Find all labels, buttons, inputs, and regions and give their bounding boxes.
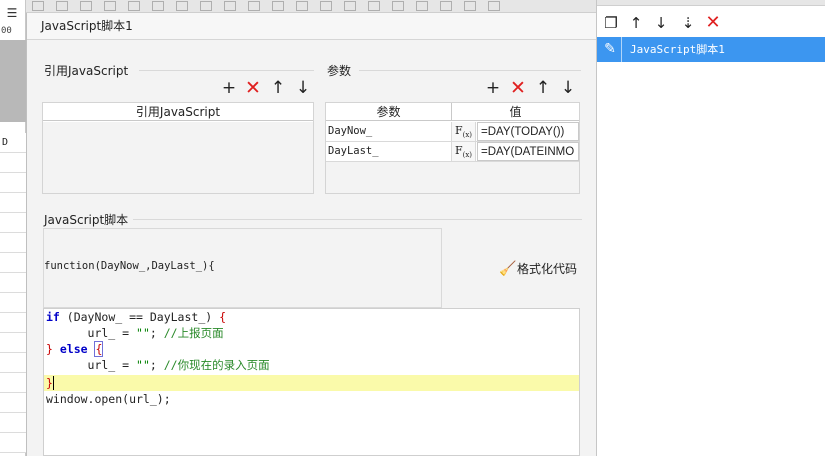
toolbar-icon[interactable] [152, 1, 164, 11]
code-line: } else { [46, 341, 104, 357]
toolbar-icon[interactable] [248, 1, 260, 11]
param-row[interactable]: DayLast_ F(x) =DAY(DATEINMO [326, 142, 579, 162]
code-line-current: } [44, 375, 579, 391]
params-table: 参数 值 DayNow_ F(x) =DAY(TODAY()) DayLast_… [325, 102, 580, 194]
move-down-button[interactable]: ↓ [652, 14, 670, 32]
sheet-cell[interactable]: D [0, 133, 26, 153]
section-divider [139, 70, 314, 71]
param-name[interactable]: DayNow_ [326, 122, 452, 141]
references-section-title: 引用JavaScript [44, 64, 129, 78]
ref-move-up-button[interactable]: ↑ [269, 79, 287, 97]
script-list-panel: ❐ ↑ ↓ ⇣ ✕ ✎ JavaScript脚本1 [596, 0, 825, 456]
function-signature-box: function(DayNow_,DayLast_){ [43, 228, 442, 308]
broom-icon: 🧹 [499, 261, 517, 277]
code-line: if (DayNow_ == DayLast_) { [46, 310, 227, 324]
section-divider [359, 70, 581, 71]
function-signature: function(DayNow_,DayLast_){ [44, 260, 215, 272]
param-move-up-button[interactable]: ↑ [534, 79, 552, 97]
formula-icon[interactable]: F(x) [452, 122, 476, 141]
sheet-cell[interactable] [0, 393, 26, 413]
sheet-cell[interactable] [0, 293, 26, 313]
toolbar-icon[interactable] [344, 1, 356, 11]
toolbar-icon[interactable] [104, 1, 116, 11]
references-table: 引用JavaScript [42, 102, 314, 194]
sheet-cell[interactable] [0, 413, 26, 433]
params-column-header-name[interactable]: 参数 [326, 103, 452, 121]
ref-add-button[interactable]: + [220, 79, 238, 97]
sheet-cell[interactable] [0, 233, 26, 253]
move-bottom-button[interactable]: ⇣ [679, 14, 697, 32]
section-divider [133, 219, 582, 220]
param-name[interactable]: DayLast_ [326, 142, 452, 161]
background-sheet: ☰ 00 D [0, 0, 26, 456]
ref-move-down-button[interactable]: ↓ [294, 79, 312, 97]
code-editor[interactable]: if (DayNow_ == DayLast_) { url_ = ""; //… [43, 308, 580, 456]
sheet-cell[interactable] [0, 273, 26, 293]
copy-icon[interactable]: ❐ [602, 14, 620, 32]
references-empty-area[interactable] [43, 122, 313, 193]
param-delete-button[interactable]: ✕ [509, 79, 527, 98]
format-code-label: 格式化代码 [517, 262, 578, 276]
column-header: 00 [1, 26, 12, 36]
edit-icon: ✎ [604, 41, 616, 57]
script-section-title: JavaScript脚本 [44, 213, 129, 227]
toolbar-icon[interactable] [56, 1, 68, 11]
params-column-header-value[interactable]: 值 [452, 103, 579, 121]
toolbar-icon[interactable] [200, 1, 212, 11]
toolbar-icon[interactable] [416, 1, 428, 11]
javascript-dialog: JavaScript脚本1 引用JavaScript + ✕ ↑ ↓ 引用Jav… [26, 13, 597, 456]
format-code-button[interactable]: 🧹格式化代码 [499, 259, 577, 279]
item-separator [621, 37, 622, 62]
toolbar-icon[interactable] [128, 1, 140, 11]
param-move-down-button[interactable]: ↓ [559, 79, 577, 97]
toolbar-icon[interactable] [176, 1, 188, 11]
toolbar-icon[interactable] [488, 1, 500, 11]
ref-delete-button[interactable]: ✕ [244, 79, 262, 98]
param-value[interactable]: =DAY(DATEINMO [477, 142, 579, 161]
toolbar-icon[interactable] [224, 1, 236, 11]
param-value[interactable]: =DAY(TODAY()) [477, 122, 579, 141]
param-row[interactable]: DayNow_ F(x) =DAY(TODAY()) [326, 122, 579, 142]
dialog-title: JavaScript脚本1 [27, 13, 597, 40]
toolbar-icon[interactable] [464, 1, 476, 11]
background-toolbar [26, 0, 596, 13]
move-up-button[interactable]: ↑ [627, 14, 645, 32]
sheet-cell[interactable] [0, 353, 26, 373]
toolbar-icon[interactable] [440, 1, 452, 11]
sheet-cell[interactable] [0, 373, 26, 393]
params-section-title: 参数 [327, 64, 352, 78]
toolbar-icon[interactable] [272, 1, 284, 11]
delete-button[interactable]: ✕ [704, 14, 722, 32]
formula-icon[interactable]: F(x) [452, 142, 476, 161]
script-list-item[interactable]: ✎ JavaScript脚本1 [597, 37, 825, 62]
code-line: url_ = ""; //你现在的录入页面 [46, 358, 270, 372]
references-column-header[interactable]: 引用JavaScript [43, 103, 313, 121]
toolbar-icon[interactable] [32, 1, 44, 11]
sheet-cell[interactable] [0, 253, 26, 273]
sheet-cell[interactable] [0, 153, 26, 173]
sheet-cell[interactable] [0, 213, 26, 233]
toolbar-icon[interactable] [80, 1, 92, 11]
toolbar-icon[interactable] [368, 1, 380, 11]
toolbar-icon[interactable] [320, 1, 332, 11]
sheet-cell[interactable] [0, 333, 26, 353]
sheet-cell[interactable] [0, 173, 26, 193]
sheet-gray-area [0, 40, 26, 122]
sheet-cell[interactable] [0, 193, 26, 213]
sheet-cell[interactable] [0, 313, 26, 333]
code-line: window.open(url_); [46, 392, 171, 406]
toolbar-icon[interactable] [296, 1, 308, 11]
param-add-button[interactable]: + [484, 79, 502, 97]
code-line: url_ = ""; //上报页面 [46, 326, 224, 340]
panel-header [597, 0, 825, 6]
menu-icon[interactable]: ☰ [4, 6, 20, 20]
params-empty-area[interactable] [326, 162, 579, 193]
script-item-label: JavaScript脚本1 [630, 43, 725, 56]
sheet-cell[interactable] [0, 433, 26, 453]
toolbar-icon[interactable] [392, 1, 404, 11]
